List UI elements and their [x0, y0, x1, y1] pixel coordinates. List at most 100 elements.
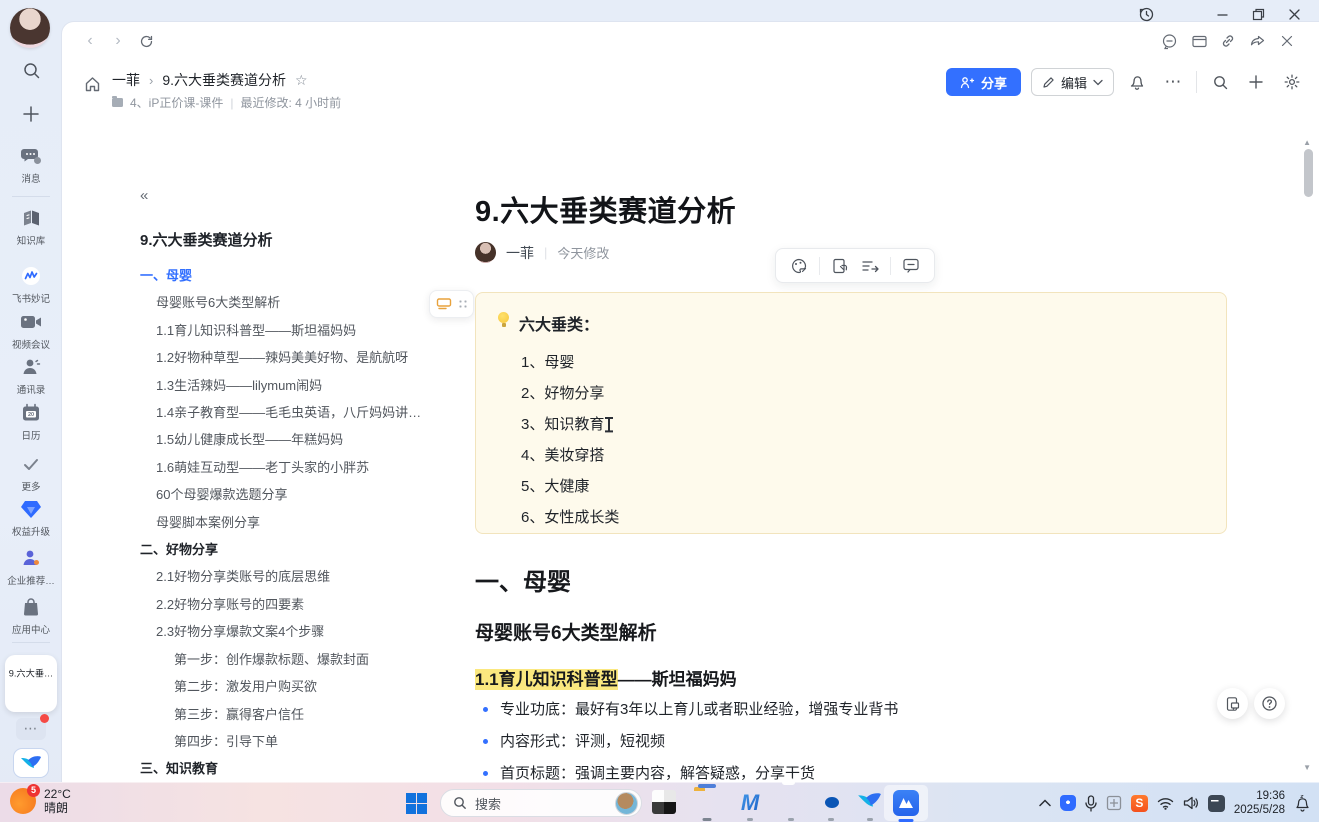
outline-item[interactable]: 第一步：创作爆款标题、爆款封面 [140, 646, 440, 673]
sidebar-item-meetings[interactable]: 视频会议 [0, 310, 62, 351]
sidebar-item-contacts[interactable]: 通讯录 [0, 355, 62, 396]
scrollbar-thumb[interactable] [1304, 149, 1313, 197]
rail-add-icon[interactable] [21, 104, 41, 124]
mail-app-button[interactable]: M [737, 790, 763, 816]
outline-item[interactable]: 1.1育儿知识科普型——斯坦福妈妈 [140, 317, 440, 344]
favorite-star-icon[interactable]: ☆ [295, 72, 308, 89]
breadcrumb-parent[interactable]: 一菲 [112, 70, 140, 90]
sidebar-item-calendar[interactable]: 20 日历 [0, 401, 62, 442]
callout-block[interactable]: 六大垂类： 1、母婴 2、好物分享 3、知识教育 4、美妆穿搭 5、大健康 [475, 292, 1227, 534]
sidebar-item-minutes[interactable]: 飞书妙记 [0, 264, 62, 305]
more-actions-icon[interactable]: ⋯ [1160, 69, 1186, 95]
sidebar-item-messages[interactable]: 消息 [0, 144, 62, 185]
outline-item[interactable]: 60个母婴爆款选题分享 [140, 481, 440, 508]
user-avatar[interactable] [10, 8, 50, 48]
sidebar-item-appcenter[interactable]: 应用中心 [0, 595, 62, 636]
outline-item[interactable]: 第三步：赢得客户信任 [140, 701, 440, 728]
sidebar-item-more[interactable]: 更多 [0, 452, 62, 493]
copy-link-icon[interactable] [1218, 31, 1238, 51]
doc-title[interactable]: 9.六大垂类赛道分析 [475, 188, 736, 230]
outline-item[interactable]: 1.4亲子教育型——毛毛虫英语，八斤妈妈讲… [140, 399, 440, 426]
forward-icon[interactable]: › [108, 31, 128, 51]
outline-item[interactable]: 1.2好物种草型——辣妈美美好物、是航航呀 [140, 344, 440, 371]
sidebar-item-enterprise[interactable]: 企业推荐… [0, 546, 62, 587]
outline-item[interactable]: 2.2好物分享账号的四要素 [140, 591, 440, 618]
outline-doc-title[interactable]: 9.六大垂类赛道分析 [140, 229, 440, 250]
taskbar-search[interactable]: 搜索 [440, 789, 642, 817]
outline-item[interactable]: 母婴账号6大类型解析 [140, 289, 440, 316]
bullet-item[interactable]: 内容形式：评测，短视频 [475, 732, 1195, 751]
feishu-taskbar-button[interactable] [857, 790, 883, 816]
share-button[interactable]: 分享 [946, 68, 1021, 96]
ime-icon[interactable] [1208, 795, 1225, 812]
new-doc-icon[interactable] [1243, 69, 1269, 95]
feishu-app-button[interactable] [13, 748, 49, 778]
refresh-icon[interactable] [136, 31, 156, 51]
comment-icon[interactable] [896, 253, 926, 279]
heading2[interactable]: 母婴账号6大类型解析 [475, 618, 657, 645]
edge-button[interactable] [818, 790, 844, 816]
translate-flow-icon[interactable] [855, 253, 885, 279]
block-handle[interactable] [429, 290, 474, 318]
outline-item[interactable]: 1.3生活辣妈——lilymum闹妈 [140, 372, 440, 399]
help-icon[interactable] [1254, 688, 1285, 719]
wifi-icon[interactable] [1157, 797, 1174, 810]
sogou-ime-icon[interactable]: S [1131, 795, 1148, 812]
active-doc-app-button[interactable] [893, 790, 919, 816]
doc-link-icon[interactable] [825, 253, 855, 279]
outline-item[interactable]: 1.5幼儿健康成长型——年糕妈妈 [140, 426, 440, 453]
callout-list-item[interactable]: 1、母婴 [521, 347, 1206, 378]
outline-item[interactable]: 一、母婴 [140, 262, 440, 289]
edit-button[interactable]: 编辑 [1031, 68, 1114, 96]
tray-expand-icon[interactable] [1039, 799, 1051, 807]
feedback-doc-icon[interactable] [1217, 688, 1248, 719]
ime-mode-icon[interactable] [1106, 795, 1122, 811]
callout-list-item[interactable]: 3、知识教育 [521, 409, 1206, 440]
minimize-button[interactable] [1211, 4, 1233, 24]
outline-item[interactable]: 2.3好物分享爆款文案4个步骤 [140, 618, 440, 645]
volume-icon[interactable] [1183, 796, 1199, 810]
back-icon[interactable]: ‹ [80, 31, 100, 51]
bullet-item[interactable]: 首页标题：强调主要内容，解答疑惑，分享干货 [475, 764, 1195, 782]
rail-more-button[interactable]: ⋯ [16, 718, 46, 740]
chat-bubble-icon[interactable] [1159, 31, 1179, 51]
security-shield-icon[interactable] [1060, 795, 1076, 811]
sidebar-item-upgrade[interactable]: 权益升级 [0, 497, 62, 538]
file-explorer-button[interactable] [694, 790, 720, 816]
weather-widget[interactable]: 5 22°C 晴朗 [10, 787, 71, 815]
callout-list-item[interactable]: 5、大健康 [521, 471, 1206, 502]
microphone-icon[interactable] [1085, 795, 1097, 812]
browser-app-button[interactable] [778, 790, 804, 816]
outline-item[interactable]: 1.6萌娃互动型——老丁头家的小胖苏 [140, 454, 440, 481]
close-tab-icon[interactable] [1277, 31, 1297, 51]
search-icon[interactable] [1207, 69, 1233, 95]
task-view-button[interactable] [652, 790, 678, 816]
outline-item[interactable]: 2.1好物分享类账号的底层思维 [140, 563, 440, 590]
rail-search-icon[interactable] [21, 60, 41, 80]
author-name[interactable]: 一菲 [506, 243, 534, 263]
outline-item[interactable]: 三、知识教育 [140, 755, 440, 782]
doc-folder-label[interactable]: 4、iP正价课-课件 [130, 94, 223, 111]
collapse-outline-icon[interactable]: « [140, 187, 148, 204]
outline-item[interactable]: 第四步：引导下单 [140, 728, 440, 755]
close-button[interactable] [1283, 4, 1305, 24]
outline-item[interactable]: 母婴脚本案例分享 [140, 509, 440, 536]
notification-bell-icon[interactable] [1124, 69, 1150, 95]
notification-center-icon[interactable] [1294, 795, 1311, 812]
style-palette-icon[interactable] [784, 253, 814, 279]
scrollbar-down-icon[interactable]: ▼ [1303, 763, 1311, 772]
scrollbar-up-icon[interactable]: ▲ [1303, 138, 1311, 147]
outline-item[interactable]: 第二步：激发用户购买欲 [140, 673, 440, 700]
clock[interactable]: 19:36 2025/5/28 [1234, 789, 1285, 817]
outline-item[interactable]: 二、好物分享 [140, 536, 440, 563]
banner-layout-icon[interactable] [1189, 31, 1209, 51]
open-doc-shortcut[interactable]: 9.六大垂… [5, 655, 57, 712]
home-icon[interactable] [82, 74, 102, 94]
callout-list-item[interactable]: 2、好物分享 [521, 378, 1206, 409]
share-forward-icon[interactable] [1247, 31, 1267, 51]
restore-button[interactable] [1247, 4, 1269, 24]
start-button[interactable] [406, 793, 427, 814]
history-icon[interactable] [1135, 4, 1157, 24]
heading1[interactable]: 一、母婴 [475, 562, 571, 597]
sidebar-item-wiki[interactable]: 知识库 [0, 206, 62, 247]
